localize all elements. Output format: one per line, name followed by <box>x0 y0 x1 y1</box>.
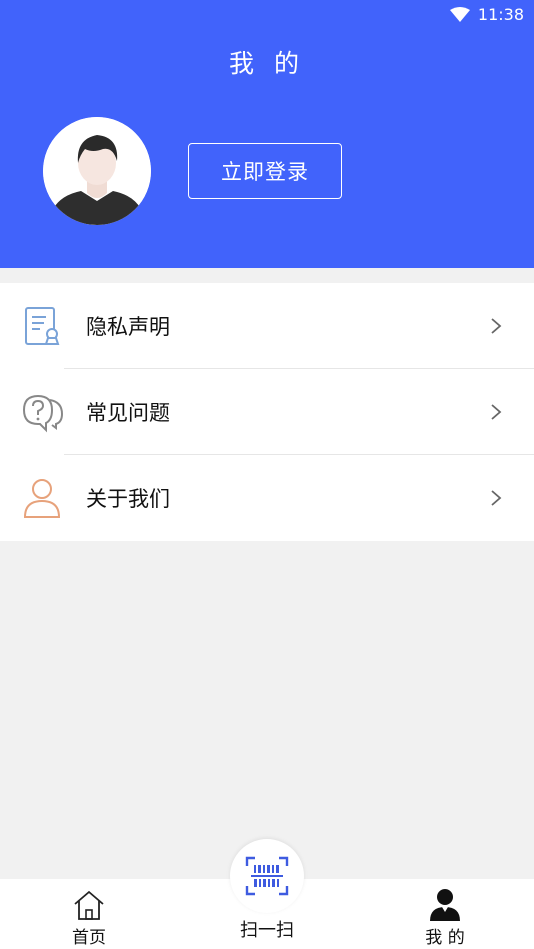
home-icon <box>74 890 104 920</box>
menu-item-about[interactable]: 关于我们 <box>0 455 534 541</box>
settings-menu: 隐私声明 常见问题 关于我们 <box>0 283 534 541</box>
avatar[interactable] <box>43 117 151 225</box>
scan-button[interactable] <box>230 839 304 913</box>
menu-item-faq[interactable]: 常见问题 <box>0 369 534 455</box>
user-icon <box>430 889 460 921</box>
tab-mine[interactable]: 我 的 <box>385 879 505 949</box>
about-user-icon <box>23 479 61 518</box>
menu-item-label: 关于我们 <box>86 487 170 511</box>
status-time: 11:38 <box>477 5 524 24</box>
tab-mine-label: 我 的 <box>425 928 465 948</box>
menu-item-label: 隐私声明 <box>86 315 170 339</box>
chevron-right-icon <box>491 404 502 420</box>
menu-item-label: 常见问题 <box>86 401 170 425</box>
page-title: 我 的 <box>229 49 305 78</box>
tab-home-label: 首页 <box>72 928 106 948</box>
tab-home[interactable]: 首页 <box>29 879 149 949</box>
tab-scan-label[interactable]: 扫一扫 <box>227 916 307 942</box>
profile-header: 11:38 我 的 立即登录 <box>0 0 534 268</box>
status-bar: 11:38 <box>449 5 524 24</box>
default-avatar-icon <box>43 117 151 225</box>
chevron-right-icon <box>491 490 502 506</box>
faq-chat-icon <box>22 394 64 433</box>
menu-item-privacy[interactable]: 隐私声明 <box>0 283 534 369</box>
chevron-right-icon <box>491 318 502 334</box>
privacy-document-icon <box>25 307 60 345</box>
barcode-scan-icon <box>245 856 289 896</box>
login-button[interactable]: 立即登录 <box>188 143 342 199</box>
wifi-icon <box>449 6 470 22</box>
